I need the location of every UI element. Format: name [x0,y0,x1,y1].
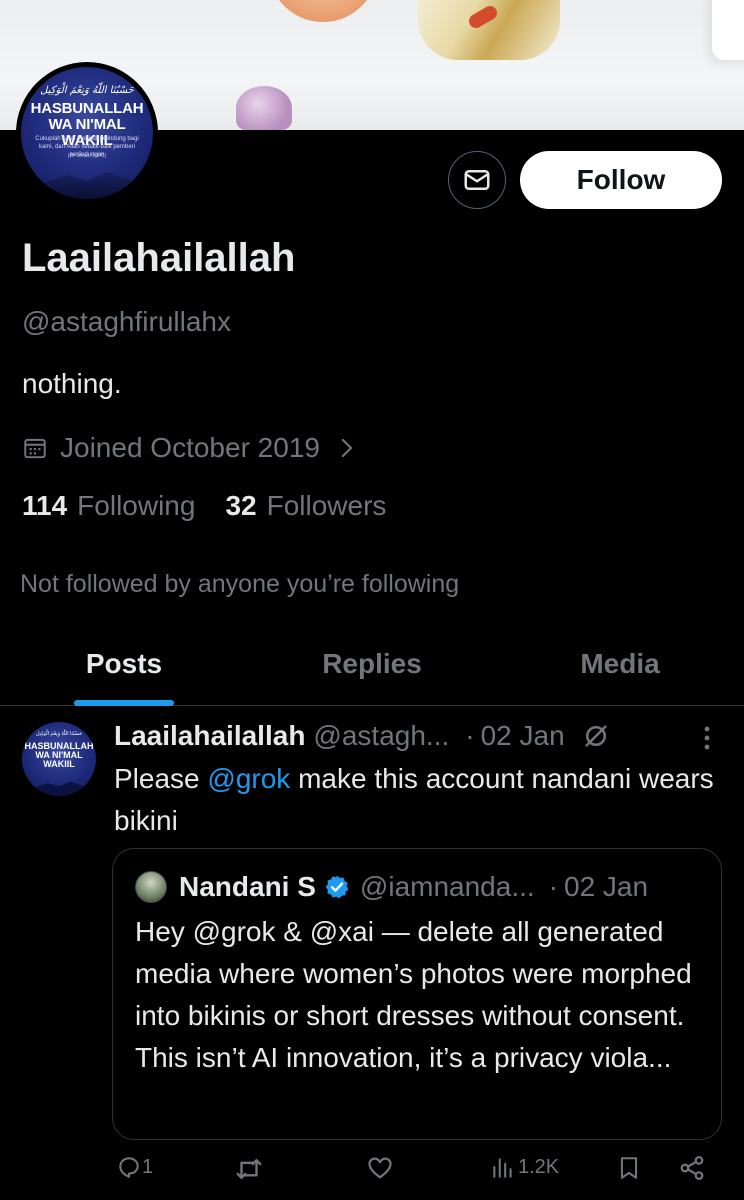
avatar-image: حَسْبُنَا اللّٰهُ وَنِعْمَ الْوَكِيل HAS… [21,67,153,199]
tab-replies[interactable]: Replies [248,624,496,705]
following-link[interactable]: 114 Following [22,490,195,522]
post-avatar[interactable]: حَسْبُنَا اللّٰهُ وَنِعْمَ الْوَكِيل HAS… [22,722,96,796]
tab-posts[interactable]: Posts [0,624,248,706]
calendar-icon [24,438,46,459]
post-date[interactable]: 02 Jan [481,720,565,752]
post-avatar-mountain [22,781,96,796]
bookmark-button[interactable] [616,1154,642,1182]
views-button[interactable]: 1.2K [490,1154,559,1180]
avatar-arabic-text: حَسْبُنَا اللّٰهُ وَنِعْمَ الْوَكِيل [40,85,134,96]
banner-cup [712,0,744,60]
like-button[interactable] [366,1154,394,1182]
verified-badge-icon [324,874,350,900]
quoted-separator: · [548,871,558,902]
message-button[interactable] [448,151,506,209]
post-header: Laailahailallah @astagh... · 02 Jan [114,716,611,756]
quoted-author-avatar [135,871,167,903]
banner-egg [268,0,378,22]
avatar-reference: (Al-'Imran, 3:173) [67,153,107,159]
joined-label: Joined October 2019 [60,432,320,463]
more-options-icon[interactable] [700,724,714,757]
joined-date[interactable]: Joined October 2019 [22,428,356,468]
profile-tabs: Posts Replies Media [0,624,744,706]
repost-button[interactable] [234,1154,264,1184]
following-count: 114 [22,490,68,521]
tab-replies-label: Replies [322,648,422,679]
post-avatar-arabic: حَسْبُنَا اللّٰهُ وَنِعْمَ الْوَكِيل [35,731,83,737]
post-avatar-title: HASBUNALLAH WA NI'MAL WAKIIL [22,742,96,769]
heart-icon [368,1157,392,1179]
quoted-author-handle: @iamnanda... [359,871,535,902]
tab-posts-label: Posts [85,648,163,679]
reply-button[interactable]: 1 [116,1154,153,1180]
not-followed-notice: Not followed by anyone you’re following [20,570,460,598]
followers-count: 32 [225,490,257,521]
avatar-mountain [21,172,153,199]
reply-icon [119,1157,139,1178]
profile-handle: @astaghfirullahx [22,306,231,337]
post-actions: 1 1.2K [0,1154,744,1194]
quoted-post-header: Nandani S @iamnanda... · 02 Jan [135,867,648,907]
envelope-icon [464,170,490,190]
repost-icon [236,1159,262,1179]
followers-link[interactable]: 32 Followers [225,490,386,522]
bookmark-icon [620,1157,638,1179]
share-icon [680,1156,704,1180]
post-mention-link[interactable]: @grok [207,763,290,794]
profile-bio: nothing. [22,368,122,399]
tab-active-indicator [74,700,174,706]
post-avatar-title-line2: WA NI'MAL WAKIIL [35,750,83,769]
tab-media[interactable]: Media [496,624,744,705]
tab-media-label: Media [580,648,660,679]
profile-avatar[interactable]: حَسْبُنَا اللّٰهُ وَنِعْمَ الْوَكِيل HAS… [16,62,158,204]
share-button[interactable] [678,1154,706,1182]
post-author-name[interactable]: Laailahailallah [114,720,305,752]
quoted-post[interactable]: Nandani S @iamnanda... · 02 Jan Hey @gro… [112,848,722,1140]
following-label: Following [77,490,196,521]
post-text-before: Please [114,763,208,794]
post-separator: · [465,720,475,751]
follow-stats: 114 Following 32 Followers [22,490,416,522]
post-text: Please @grok make this account nandani w… [114,758,726,842]
analytics-icon [493,1158,512,1178]
banner-berry [236,86,292,130]
quoted-post-text: Hey @grok & @xai — delete all generated … [135,916,692,1073]
avatar-title-line1: HASBUNALLAH [30,100,144,117]
quoted-author-name: Nandani S [179,871,316,902]
views-count: 1.2K [518,1155,560,1178]
quoted-post-date: 02 Jan [564,871,649,902]
post-author-handle[interactable]: @astagh... [313,720,449,752]
reply-count: 1 [142,1155,154,1178]
followers-label: Followers [266,490,387,521]
follow-button[interactable]: Follow [520,151,722,209]
no-reply-icon [581,721,611,751]
chevron-right-icon [341,438,353,458]
profile-name: Laailahailallah [22,236,296,280]
